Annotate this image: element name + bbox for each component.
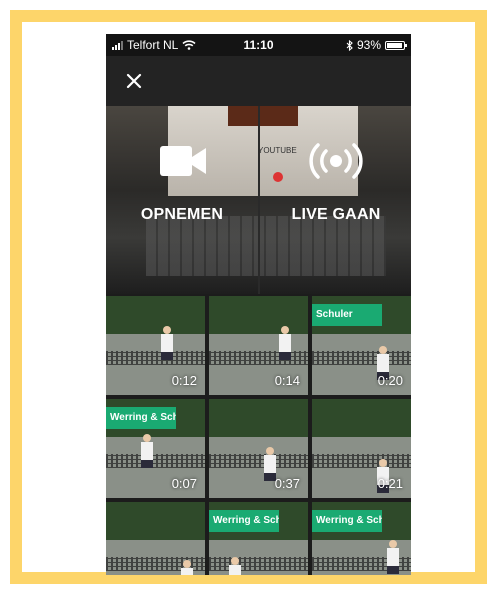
- video-thumbnail[interactable]: Werring & Schuler0:07: [209, 502, 308, 575]
- status-right: 93%: [346, 38, 407, 52]
- thumbnail-player: [279, 326, 291, 360]
- record-button[interactable]: OPNEMEN: [106, 106, 258, 294]
- thumbnail-player: [387, 540, 399, 574]
- status-bar: Telfort NL 11:10 93%: [106, 34, 411, 56]
- record-label: OPNEMEN: [140, 206, 224, 223]
- thumbnail-net: [209, 351, 308, 365]
- thumbnail-banner: Werring & Schuler: [106, 407, 176, 429]
- thumbnail-player: [161, 326, 173, 360]
- close-button[interactable]: [122, 69, 146, 93]
- video-duration: 0:37: [274, 476, 300, 491]
- go-live-button[interactable]: LIVE GAAN: [260, 106, 411, 294]
- thumbnail-background: [209, 296, 308, 334]
- top-bar: [106, 56, 411, 106]
- video-duration: 0:20: [377, 373, 403, 388]
- live-broadcast-icon: [309, 143, 363, 179]
- video-thumbnail[interactable]: 0:37: [209, 399, 308, 498]
- thumbnail-banner: Werring & Schuler: [209, 510, 279, 532]
- thumbnail-banner: Werring & Schuler: [312, 510, 382, 532]
- thumbnail-net: [312, 454, 411, 468]
- thumbnail-net: [312, 351, 411, 365]
- thumbnail-background: [209, 399, 308, 437]
- video-thumbnail[interactable]: 0:12: [106, 296, 205, 395]
- video-duration: 0:12: [171, 373, 197, 388]
- phone-screen: Telfort NL 11:10 93% YOUTUBE OPNEMEN LIV…: [106, 34, 411, 575]
- thumbnail-player: [141, 434, 153, 468]
- battery-percent: 93%: [356, 38, 381, 52]
- video-thumbnail[interactable]: 0:21: [312, 399, 411, 498]
- thumbnail-net: [106, 454, 205, 468]
- bluetooth-icon: [346, 39, 353, 51]
- thumbnail-banner: Schuler: [312, 304, 382, 326]
- thumbnail-background: [106, 296, 205, 334]
- thumbnail-net: [209, 557, 308, 571]
- video-thumbnail[interactable]: Schuler 0:20: [312, 296, 411, 395]
- thumbnail-player: [181, 560, 193, 575]
- video-thumbnail[interactable]: Werring & Schuler0:14: [312, 502, 411, 575]
- thumbnail-player: [229, 557, 241, 575]
- camera-preview: YOUTUBE OPNEMEN LIVE GAAN: [106, 106, 411, 294]
- video-thumbnail[interactable]: 0:14: [209, 296, 308, 395]
- video-thumbnail[interactable]: 0:11: [106, 502, 205, 575]
- live-label: LIVE GAAN: [291, 206, 381, 223]
- thumbnail-background: [106, 502, 205, 540]
- video-duration: 0:21: [377, 476, 403, 491]
- thumbnail-net: [106, 351, 205, 365]
- video-duration: 0:14: [274, 373, 300, 388]
- video-duration: 0:07: [171, 476, 197, 491]
- battery-icon: [385, 40, 407, 50]
- video-camera-icon: [160, 146, 206, 176]
- video-thumbnail[interactable]: Werring & Schuler 0:07: [106, 399, 205, 498]
- thumbnail-background: [312, 399, 411, 437]
- video-grid: 0:12 0:14 Schuler 0:20 Werring & Schuler 0:07…: [106, 296, 411, 575]
- thumbnail-net: [209, 454, 308, 468]
- close-icon: [126, 73, 142, 89]
